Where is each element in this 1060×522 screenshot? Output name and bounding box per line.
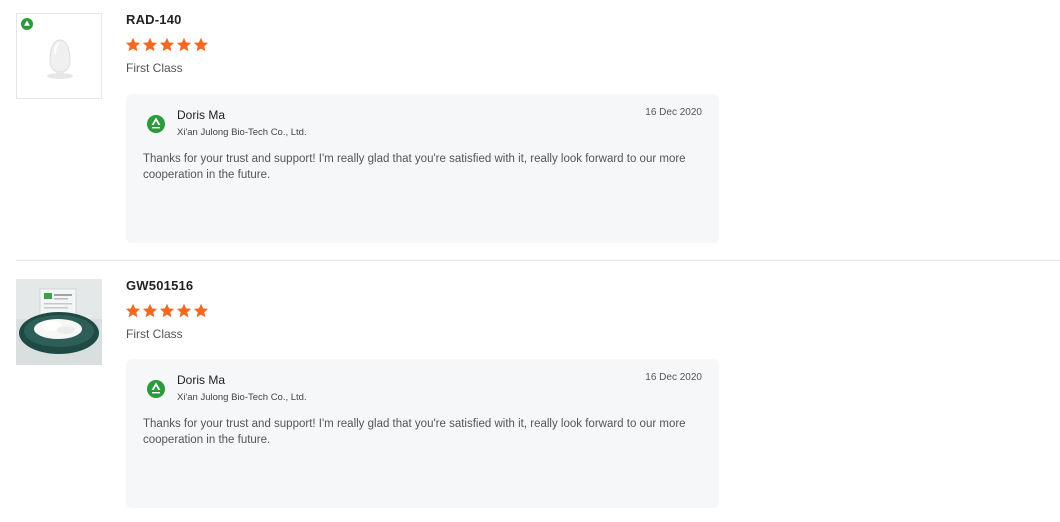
star-icon <box>159 303 175 318</box>
reply-author: Doris Ma <box>177 108 226 122</box>
star-icon <box>142 37 158 52</box>
product-name[interactable]: GW501516 <box>126 278 193 293</box>
supplier-reply: Doris Ma Xi'an Julong Bio-Tech Co., Ltd.… <box>126 359 719 508</box>
star-icon <box>142 303 158 318</box>
star-rating <box>125 37 209 53</box>
company-logo-icon <box>147 380 165 398</box>
reply-author: Doris Ma <box>177 373 226 387</box>
product-name[interactable]: RAD-140 <box>126 12 182 27</box>
product-thumbnail[interactable] <box>16 13 102 99</box>
star-icon <box>176 37 192 52</box>
star-icon <box>193 303 209 318</box>
star-icon <box>193 37 209 52</box>
star-icon <box>176 303 192 318</box>
white-pill-bottle-image <box>17 14 101 98</box>
star-icon <box>125 37 141 52</box>
rating-label: First Class <box>126 327 183 341</box>
supplier-reply: Doris Ma Xi'an Julong Bio-Tech Co., Ltd.… <box>126 94 719 243</box>
reply-text: Thanks for your trust and support! I'm r… <box>143 153 686 181</box>
reply-company: Xi'an Julong Bio-Tech Co., Ltd. <box>177 127 307 138</box>
powder-in-dish-image <box>16 279 102 365</box>
star-icon <box>125 303 141 318</box>
reply-date: 16 Dec 2020 <box>645 372 702 383</box>
company-logo-icon <box>147 115 165 133</box>
reply-text: Thanks for your trust and support! I'm r… <box>143 418 686 446</box>
review-item: GW501516 First Class Doris Ma Xi'an Julo… <box>0 261 1060 522</box>
reply-date: 16 Dec 2020 <box>645 107 702 118</box>
star-icon <box>159 37 175 52</box>
reply-company: Xi'an Julong Bio-Tech Co., Ltd. <box>177 392 307 403</box>
product-thumbnail[interactable] <box>16 279 102 365</box>
rating-label: First Class <box>126 61 183 75</box>
review-item: RAD-140 First Class Doris Ma Xi'an Julon… <box>0 0 1060 260</box>
star-rating <box>125 303 209 319</box>
